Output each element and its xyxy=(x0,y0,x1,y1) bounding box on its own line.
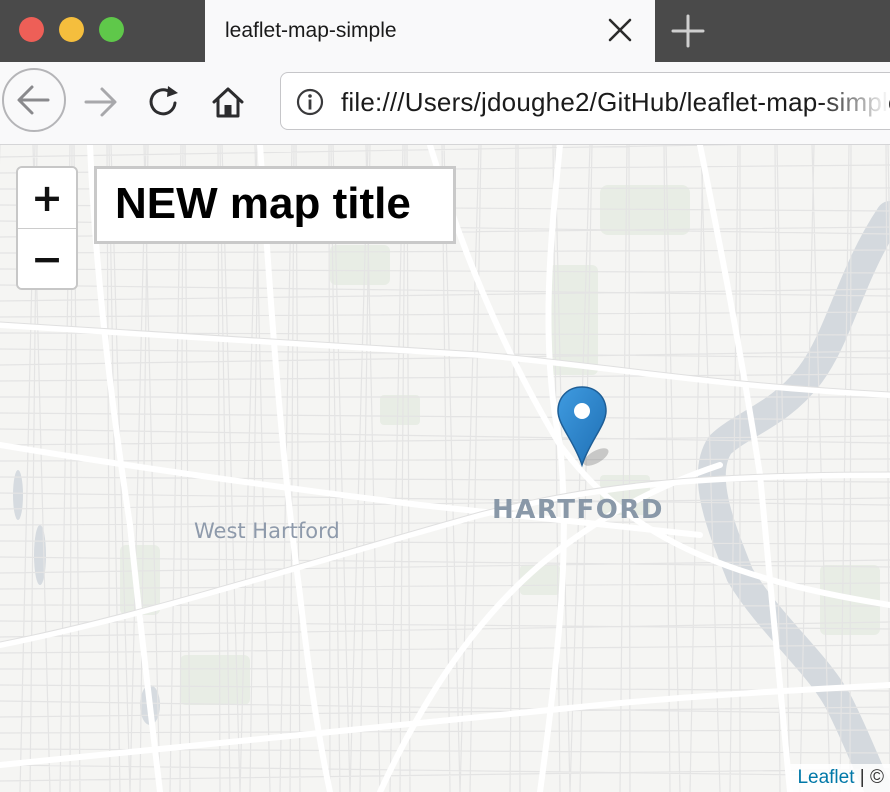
url-text[interactable]: file:///Users/jdoughe2/GitHub/leaflet-ma… xyxy=(341,87,890,118)
home-icon[interactable] xyxy=(208,82,248,122)
new-tab-icon[interactable] xyxy=(668,11,708,51)
window-controls xyxy=(0,0,205,62)
tab-strip: leaflet-map-simple xyxy=(0,0,890,62)
address-bar[interactable]: file:///Users/jdoughe2/GitHub/leaflet-ma… xyxy=(280,72,890,130)
close-icon[interactable] xyxy=(603,13,637,47)
map-attribution: Leaflet | © xyxy=(789,764,890,792)
arrow-left-icon xyxy=(17,85,50,115)
city-label: HARTFORD xyxy=(492,495,664,525)
zoom-control: + − xyxy=(16,166,78,290)
maximize-window-button[interactable] xyxy=(99,17,124,42)
leaflet-link[interactable]: Leaflet xyxy=(797,767,854,788)
tab-title: leaflet-map-simple xyxy=(225,19,397,42)
info-icon[interactable] xyxy=(295,87,325,117)
reload-icon[interactable] xyxy=(144,82,184,122)
zoom-out-button[interactable]: − xyxy=(18,229,76,288)
browser-toolbar: file:///Users/jdoughe2/GitHub/leaflet-ma… xyxy=(0,62,890,145)
close-window-button[interactable] xyxy=(19,17,44,42)
map-title-box: NEW map title xyxy=(94,166,456,244)
zoom-in-button[interactable]: + xyxy=(18,168,76,229)
tab-active[interactable]: leaflet-map-simple xyxy=(205,0,655,62)
map-pin-icon[interactable] xyxy=(556,385,610,469)
map-title: NEW map title xyxy=(115,179,411,228)
town-label: West Hartford xyxy=(194,519,340,543)
attribution-separator: | © xyxy=(854,767,884,788)
back-button[interactable] xyxy=(2,68,66,132)
arrow-right-icon[interactable] xyxy=(80,82,120,122)
minimize-window-button[interactable] xyxy=(59,17,84,42)
map[interactable]: + − NEW map title HARTFORD West Hartford… xyxy=(0,145,890,792)
